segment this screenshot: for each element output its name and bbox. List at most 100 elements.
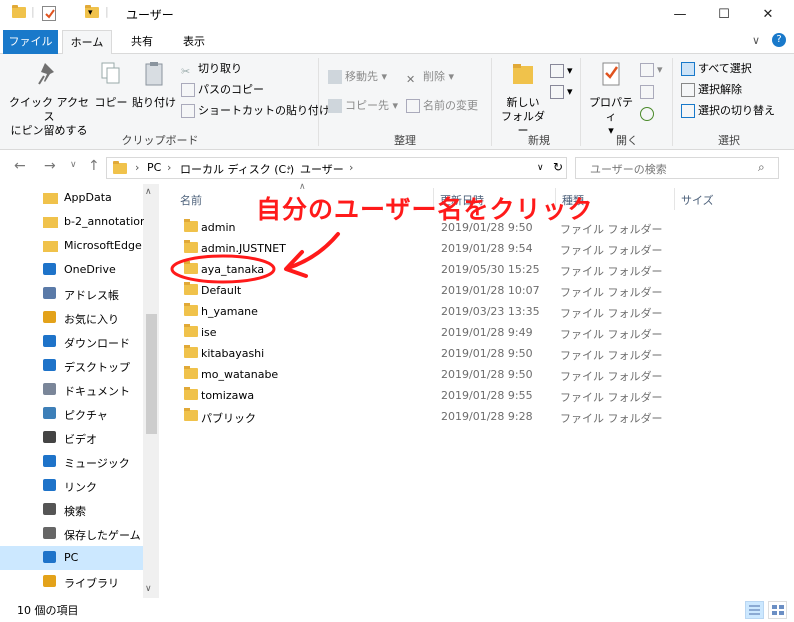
pin-quick-access-button[interactable]: クイック アクセス にピン留めする <box>8 58 90 138</box>
copy-path-button[interactable]: パスのコピー <box>181 80 264 100</box>
folder-icon <box>184 261 198 274</box>
copy-button[interactable]: コピー <box>93 58 129 110</box>
select-none-button[interactable]: 選択解除 <box>681 80 742 100</box>
sidebar-item[interactable]: デスクトップ <box>0 354 143 378</box>
back-arrow-icon[interactable]: ← <box>14 158 26 174</box>
recent-dropdown-icon[interactable]: ∨ <box>70 160 77 170</box>
sidebar-item[interactable]: PC <box>0 546 143 570</box>
file-type: ファイル フォルダー <box>560 265 663 278</box>
search-icon[interactable]: ⌕ <box>758 160 765 175</box>
file-row[interactable]: mo_watanabe 2019/01/28 9:50 ファイル フォルダー <box>174 364 674 385</box>
up-arrow-icon[interactable]: ↑ <box>88 158 100 174</box>
sidebar-item[interactable]: アドレス帳 <box>0 282 143 306</box>
scissors-icon: ✂ <box>181 65 191 78</box>
file-row[interactable]: h_yamane 2019/03/23 13:35 ファイル フォルダー <box>174 301 674 322</box>
sidebar-item[interactable]: ピクチャ <box>0 402 143 426</box>
tab-view[interactable]: 表示 <box>172 30 216 54</box>
sidebar-item[interactable]: 保存したゲーム <box>0 522 143 546</box>
file-row[interactable]: ise 2019/01/28 9:49 ファイル フォルダー <box>174 322 674 343</box>
properties-check-icon[interactable] <box>42 6 56 21</box>
sidebar-item[interactable]: MicrosoftEdge <box>0 234 143 258</box>
file-row[interactable]: Default 2019/01/28 10:07 ファイル フォルダー <box>174 280 674 301</box>
paste-button[interactable]: 貼り付け <box>132 58 176 110</box>
open-button[interactable]: ▾ <box>640 60 663 80</box>
sidebar-item[interactable]: ミュージック <box>0 450 143 474</box>
group-label-open: 開く <box>616 134 638 147</box>
move-to-button[interactable]: 移動先 ▾ <box>328 67 387 87</box>
cut-button[interactable]: ✂ 切り取り <box>181 59 242 79</box>
edit-button[interactable] <box>640 82 657 102</box>
breadcrumb-users[interactable]: ユーザー <box>300 161 344 177</box>
search-box[interactable]: ユーザーの検索 ⌕ <box>575 157 779 179</box>
sidebar-item[interactable]: お気に入り <box>0 306 143 330</box>
select-all-button[interactable]: すべて選択 <box>681 59 752 79</box>
copy-to-icon <box>328 99 342 113</box>
scroll-up-icon[interactable]: ∧ <box>145 187 152 197</box>
folder-icon <box>184 324 198 337</box>
tab-file[interactable]: ファイル <box>3 30 58 54</box>
sidebar-item[interactable]: OneDrive <box>0 258 143 282</box>
file-row[interactable]: tomizawa 2019/01/28 9:55 ファイル フォルダー <box>174 385 674 406</box>
sidebar-item[interactable]: 検索 <box>0 498 143 522</box>
address-dropdown-icon[interactable]: ∨ <box>537 163 544 173</box>
scroll-thumb[interactable] <box>146 314 157 434</box>
document-icon <box>43 383 56 395</box>
group-label-clipboard: クリップボード <box>121 134 199 147</box>
rename-button[interactable]: 名前の変更 <box>406 96 478 116</box>
large-icons-view-button[interactable] <box>768 601 787 619</box>
contacts-icon <box>43 287 56 299</box>
tab-home[interactable]: ホーム <box>62 30 112 55</box>
forward-arrow-icon[interactable]: → <box>44 158 56 174</box>
sidebar-item[interactable]: ドキュメント <box>0 378 143 402</box>
invert-selection-button[interactable]: 選択の切り替え <box>681 101 775 121</box>
collapse-ribbon-icon[interactable]: ∨ <box>752 34 760 47</box>
breadcrumb-local-disk[interactable]: ローカル ディスク (C:) <box>180 161 294 177</box>
sidebar-item[interactable]: AppData <box>0 186 143 210</box>
title-bar: | ▾ | ユーザー — ☐ ✕ <box>0 0 794 30</box>
group-label-select: 選択 <box>718 134 740 147</box>
file-type: ファイル フォルダー <box>560 244 663 257</box>
column-header-size[interactable]: サイズ <box>681 192 714 208</box>
sidebar-item[interactable]: ダウンロード <box>0 330 143 354</box>
properties-button[interactable]: プロパティ ▾ <box>585 58 637 138</box>
file-row[interactable]: kitabayashi 2019/01/28 9:50 ファイル フォルダー <box>174 343 674 364</box>
group-label-new: 新規 <box>528 134 550 147</box>
sidebar-item[interactable]: ビデオ <box>0 426 143 450</box>
file-type: ファイル フォルダー <box>560 412 663 425</box>
sidebar-item-label: ミュージック <box>64 457 130 470</box>
file-row[interactable]: パブリック 2019/01/28 9:28 ファイル フォルダー <box>174 406 674 427</box>
refresh-icon[interactable]: ↻ <box>553 160 563 174</box>
details-view-button[interactable] <box>745 601 764 619</box>
file-row[interactable]: aya_tanaka 2019/05/30 15:25 ファイル フォルダー <box>174 259 674 280</box>
scroll-down-icon[interactable]: ∨ <box>145 584 152 594</box>
sidebar-item[interactable]: ライブラリ <box>0 570 143 594</box>
help-icon[interactable]: ? <box>772 33 786 47</box>
sidebar-item[interactable]: b-2_annotation <box>0 210 144 234</box>
nav-scrollbar[interactable]: ∧ ∨ <box>143 184 159 598</box>
delete-button[interactable]: ✕ 削除 ▾ <box>406 67 454 87</box>
maximize-button[interactable]: ☐ <box>704 0 744 28</box>
customize-qa-icon[interactable]: ▾ <box>88 8 93 18</box>
new-folder-button[interactable]: 新しい フォルダー <box>497 58 549 138</box>
close-button[interactable]: ✕ <box>748 0 788 28</box>
search-input[interactable]: ユーザーの検索 <box>590 161 667 177</box>
file-date: 2019/01/28 9:49 <box>441 326 533 339</box>
tab-share[interactable]: 共有 <box>120 30 164 54</box>
library-icon <box>43 575 56 587</box>
ribbon: クイック アクセス にピン留めする コピー 貼り付け ✂ 切り取り パスのコピー … <box>0 54 794 150</box>
history-button[interactable] <box>640 104 657 124</box>
sidebar-item[interactable]: リンク <box>0 474 143 498</box>
file-row[interactable]: admin.JUSTNET 2019/01/28 9:54 ファイル フォルダー <box>174 238 674 259</box>
copy-to-button[interactable]: コピー先 ▾ <box>328 96 398 116</box>
easy-access-button[interactable]: ▾ <box>550 82 573 102</box>
minimize-button[interactable]: — <box>660 0 700 28</box>
select-none-icon <box>681 83 695 97</box>
paste-shortcut-button[interactable]: ショートカットの貼り付け <box>181 101 330 121</box>
column-header-name[interactable]: 名前 <box>180 192 202 208</box>
new-item-button[interactable]: ▾ <box>550 61 573 81</box>
sidebar-item-label: ピクチャ <box>64 409 108 422</box>
folder-icon <box>184 345 198 358</box>
item-count: 10 個の項目 <box>17 604 79 617</box>
breadcrumb-pc[interactable]: PC <box>147 161 161 174</box>
address-bar[interactable]: › PC › ローカル ディスク (C:) › ユーザー › ∨ ↻ <box>106 157 567 179</box>
